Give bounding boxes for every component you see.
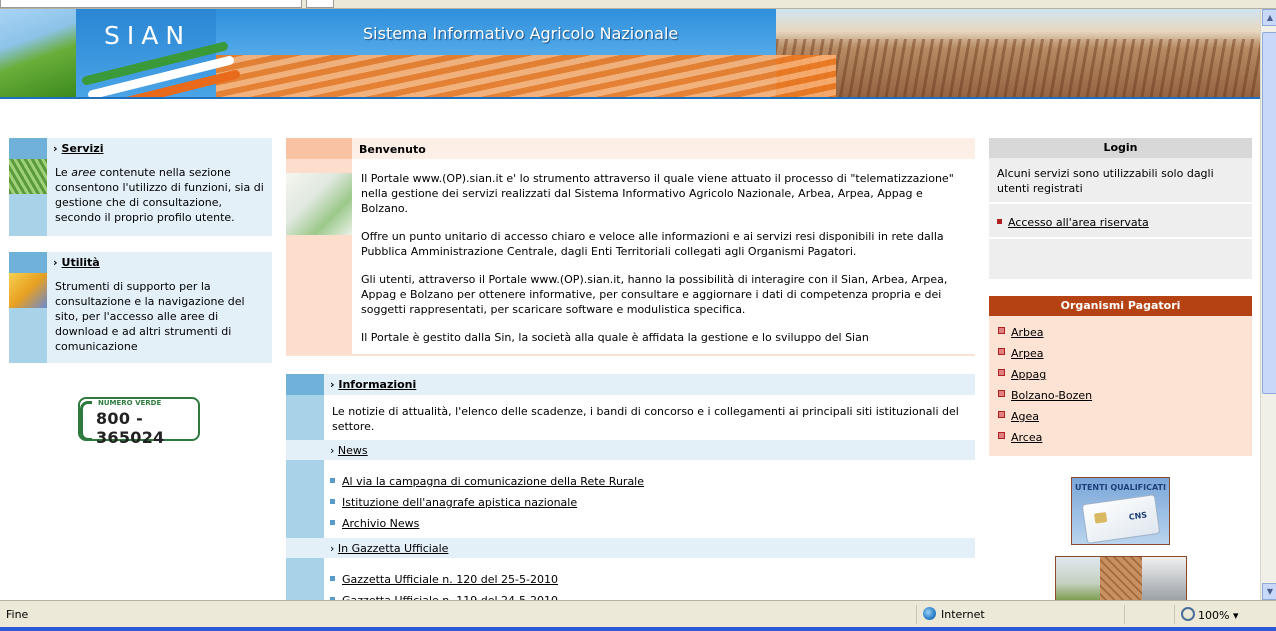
site-logo: SIAN: [104, 21, 192, 50]
site-title: Sistema Informativo Agricolo Nazionale: [363, 24, 679, 43]
servizi-box: › Servizi Le aree contenute nella sezione…: [9, 138, 272, 236]
servizi-description: Le aree contenute nella sezione consento…: [55, 166, 264, 224]
center-column: Benvenuto Il Portale www.(OP).sian.it e'…: [286, 138, 975, 607]
welcome-title: Benvenuto: [359, 143, 426, 156]
news-list: Al via la campagna di comunicazione dell…: [286, 460, 975, 538]
globe-icon: [923, 607, 936, 620]
gazzetta-list: Gazzetta Ufficiale n. 120 del 25-5-2010 …: [286, 558, 975, 607]
photo-strip-banner[interactable]: [1055, 556, 1187, 602]
organismo-link[interactable]: Arpea: [998, 346, 1252, 367]
utenti-qualificati-banner[interactable]: UTENTI QUALIFICATI CNS: [1071, 477, 1170, 545]
utilita-box: › Utilità Strumenti di supporto per la co…: [9, 252, 272, 363]
scroll-thumb[interactable]: [1262, 32, 1276, 394]
chevron-right-icon: ›: [330, 444, 338, 457]
welcome-box: Benvenuto Il Portale www.(OP).sian.it e'…: [286, 138, 975, 356]
welcome-image: [286, 173, 352, 235]
browser-toolbar-segment: [0, 0, 302, 8]
umbrella-photo: [1142, 557, 1186, 601]
list-item[interactable]: Istituzione dell'anagrafe apistica nazio…: [330, 495, 644, 516]
organismo-link[interactable]: Agea: [998, 409, 1252, 430]
dry-soil-photo: [1100, 557, 1142, 601]
restricted-area-link[interactable]: Accesso all'area riservata: [989, 204, 1252, 239]
informazioni-box: › Informazioni Le notizie di attualità, …: [286, 374, 975, 607]
chevron-right-icon: ›: [53, 142, 58, 155]
utilita-link[interactable]: Utilità: [62, 256, 100, 269]
organismi-title: Organismi Pagatori: [989, 296, 1252, 316]
bullet-icon: [330, 478, 335, 483]
informazioni-link[interactable]: Informazioni: [338, 378, 416, 391]
protected-mode-indicator: [1124, 605, 1171, 624]
browser-toolbar-segment: [306, 0, 334, 8]
bullet-icon: [998, 411, 1005, 418]
bullet-icon: [997, 219, 1002, 224]
green-field-image: [0, 9, 76, 97]
scroll-up-arrow-icon[interactable]: ▲: [1262, 9, 1276, 26]
list-item[interactable]: Gazzetta Ufficiale n. 120 del 25-5-2010: [330, 572, 558, 593]
bullet-icon: [330, 520, 335, 525]
list-item[interactable]: Archivio News: [330, 516, 644, 537]
chevron-right-icon: ›: [330, 542, 338, 555]
cns-card-icon: CNS: [1081, 494, 1161, 544]
login-title: Login: [989, 138, 1252, 158]
tree-photo: [1056, 557, 1100, 601]
security-zone: Internet: [916, 605, 1113, 624]
numero-verde-badge: NUMERO VERDE 800 - 365024: [78, 397, 200, 447]
servizi-link[interactable]: Servizi: [62, 142, 104, 155]
news-link[interactable]: News: [338, 444, 368, 457]
bullet-icon: [998, 390, 1005, 397]
bullet-icon: [998, 369, 1005, 376]
welcome-text: Il Portale www.(OP).sian.it e' lo strume…: [361, 172, 954, 344]
informazioni-description: Le notizie di attualità, l'elenco delle …: [332, 405, 959, 433]
list-item[interactable]: Al via la campagna di comunicazione dell…: [330, 474, 644, 495]
organismo-link[interactable]: Appag: [998, 367, 1252, 388]
news-header: › News: [286, 440, 975, 460]
organismo-link[interactable]: Arcea: [998, 430, 1252, 451]
numero-verde-number: 800 - 365024: [96, 409, 165, 447]
bullet-icon: [998, 432, 1005, 439]
utilita-image: [9, 273, 47, 308]
status-text: Fine: [6, 608, 29, 621]
utilita-description: Strumenti di supporto per la consultazio…: [55, 280, 245, 353]
bullet-icon: [998, 327, 1005, 334]
login-box: Login Alcuni servizi sono utilizzabili s…: [989, 138, 1252, 279]
organismo-link[interactable]: Bolzano-Bozen: [998, 388, 1252, 409]
gazzetta-link[interactable]: In Gazzetta Ufficiale: [338, 542, 449, 555]
chevron-right-icon: ›: [53, 256, 58, 269]
organismi-pagatori-box: Organismi Pagatori Arbea Arpea Appag Bol…: [989, 296, 1252, 456]
browser-top-edge: [0, 0, 1276, 9]
bullet-icon: [330, 499, 335, 504]
dropdown-arrow-icon: ▾: [1229, 609, 1239, 622]
servizi-image: [9, 159, 47, 194]
zoom-icon: [1181, 607, 1195, 621]
phone-icon: [80, 401, 92, 441]
login-message: Alcuni servizi sono utilizzabili solo da…: [989, 158, 1252, 204]
zoom-control[interactable]: 100% ▾: [1174, 605, 1271, 624]
scroll-down-arrow-icon[interactable]: ▼: [1262, 583, 1276, 600]
browser-status-bar: Fine Internet 100% ▾: [0, 600, 1276, 631]
right-column: Login Alcuni servizi sono utilizzabili s…: [989, 138, 1252, 456]
site-banner: SIAN Sistema Informativo Agricolo Nazion…: [0, 9, 1260, 99]
vertical-scrollbar[interactable]: ▲ ▼: [1260, 9, 1276, 600]
bullet-icon: [330, 576, 335, 581]
gazzetta-header: › In Gazzetta Ufficiale: [286, 538, 975, 558]
organismo-link[interactable]: Arbea: [998, 325, 1252, 346]
left-column: › Servizi Le aree contenute nella sezione…: [9, 138, 272, 379]
bullet-icon: [998, 348, 1005, 355]
